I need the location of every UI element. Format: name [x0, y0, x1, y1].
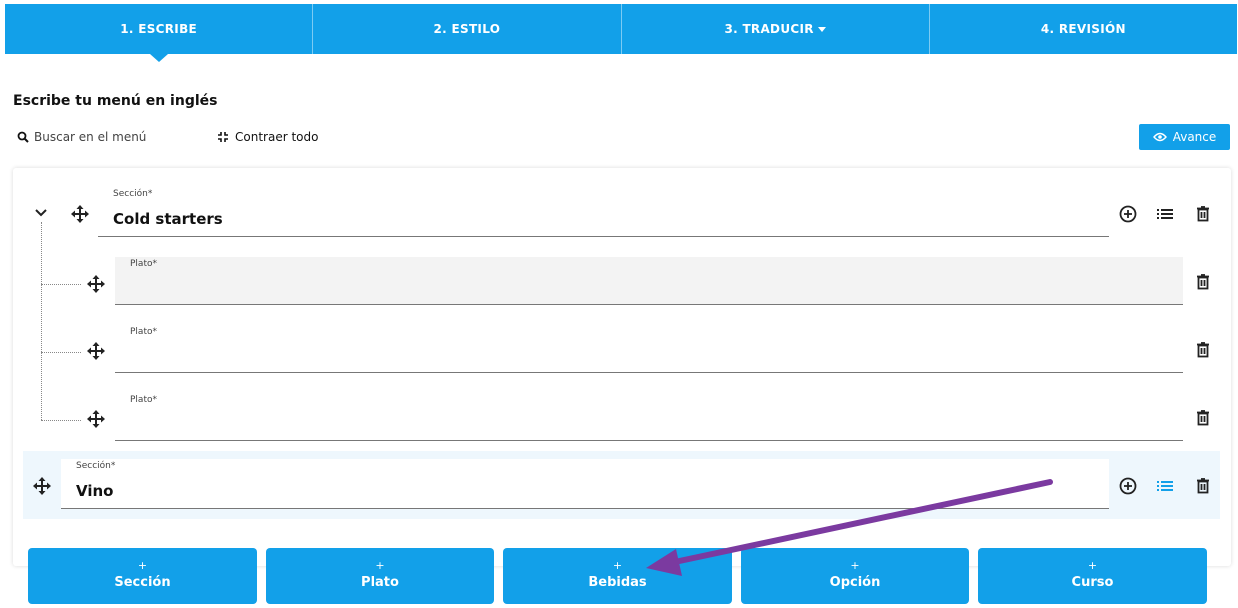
dish-field-label: Plato*	[130, 395, 157, 405]
add-option-button[interactable]: + Opción	[741, 548, 969, 604]
tree-branch	[41, 284, 81, 285]
list-icon[interactable]	[1155, 204, 1175, 224]
step-estilo[interactable]: 2. ESTILO	[313, 4, 622, 54]
step-escribe[interactable]: 1. ESCRIBE	[5, 4, 314, 62]
collapse-icon	[217, 131, 229, 143]
trash-icon[interactable]	[1193, 408, 1213, 428]
trash-icon[interactable]	[1193, 204, 1213, 224]
collapse-all-button[interactable]: Contraer todo	[210, 124, 326, 150]
dish-underline	[115, 372, 1183, 373]
drag-handle-icon[interactable]	[69, 203, 91, 225]
add-circle-icon[interactable]	[1118, 476, 1138, 496]
step-revision[interactable]: 4. REVISIÓN	[930, 4, 1237, 54]
drag-handle-icon[interactable]	[85, 273, 107, 295]
add-course-label: Curso	[1071, 575, 1114, 590]
add-course-button[interactable]: + Curso	[978, 548, 1207, 604]
trash-icon[interactable]	[1193, 340, 1213, 360]
section-name-input[interactable]: Cold starters	[113, 210, 223, 228]
preview-button[interactable]: Avance	[1139, 124, 1230, 150]
step-escribe-label: 1. ESCRIBE	[120, 22, 198, 36]
add-drinks-button[interactable]: + Bebidas	[503, 548, 732, 604]
tree-branch	[41, 352, 81, 353]
section-name-input[interactable]: Vino	[76, 482, 113, 500]
trash-icon[interactable]	[1193, 272, 1213, 292]
add-dish-button[interactable]: + Plato	[266, 548, 494, 604]
add-option-label: Opción	[829, 575, 881, 590]
preview-label: Avance	[1172, 130, 1217, 144]
tree-line	[41, 222, 42, 420]
caret-down-icon	[817, 26, 826, 32]
dish-field[interactable]	[115, 325, 1183, 373]
add-section-label: Sección	[114, 575, 171, 590]
chevron-down-icon[interactable]	[32, 204, 50, 222]
tree-branch	[41, 420, 81, 421]
plus-icon: +	[1087, 559, 1098, 572]
search-icon	[17, 131, 29, 143]
add-drinks-label: Bebidas	[588, 575, 647, 590]
step-estilo-label: 2. ESTILO	[433, 22, 501, 36]
dish-field[interactable]	[115, 257, 1183, 305]
step-traducir[interactable]: 3. TRADUCIR	[622, 4, 930, 54]
add-section-button[interactable]: + Sección	[28, 548, 257, 604]
drag-handle-icon[interactable]	[85, 340, 107, 362]
step-traducir-label: 3. TRADUCIR	[724, 22, 814, 36]
search-box[interactable]	[13, 124, 200, 150]
section-field-bg	[61, 459, 1109, 509]
plus-icon: +	[137, 559, 148, 572]
dish-field-label: Plato*	[130, 327, 157, 337]
step-revision-label: 4. REVISIÓN	[1040, 22, 1126, 36]
dish-underline	[115, 304, 1183, 305]
drag-handle-icon[interactable]	[85, 408, 107, 430]
eye-icon	[1152, 132, 1167, 142]
drag-handle-icon[interactable]	[31, 475, 53, 497]
page-title: Escribe tu menú en inglés	[13, 93, 218, 109]
dish-field[interactable]	[115, 393, 1183, 441]
plus-icon: +	[612, 559, 623, 572]
dish-field-label: Plato*	[130, 259, 157, 269]
list-icon[interactable]	[1155, 476, 1175, 496]
plus-icon: +	[375, 559, 385, 572]
collapse-all-label: Contraer todo	[235, 130, 319, 144]
section-field-label: Sección*	[76, 461, 116, 471]
plus-icon: +	[850, 559, 860, 572]
section-field-label: Sección*	[113, 189, 153, 199]
dish-underline	[115, 440, 1183, 441]
add-circle-icon[interactable]	[1118, 204, 1138, 224]
trash-icon[interactable]	[1193, 476, 1213, 496]
add-dish-label: Plato	[361, 575, 399, 590]
section-underline	[61, 508, 1109, 509]
search-input[interactable]	[34, 130, 194, 144]
stepper-nav: 1. ESCRIBE 2. ESTILO 3. TRADUCIR 4. REVI…	[5, 4, 1237, 62]
section-underline	[98, 236, 1109, 237]
